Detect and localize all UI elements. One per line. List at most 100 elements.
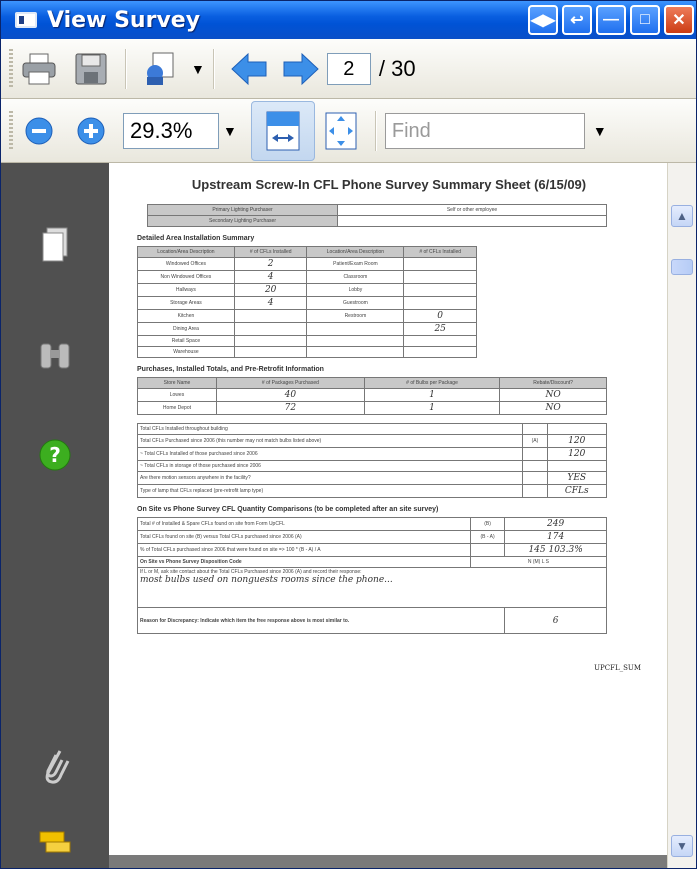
table-cell: 4	[233, 296, 308, 310]
table-cell: ~ Total CFLs in storage of those purchas…	[136, 460, 524, 472]
table-cell: Type of lamp that CFLs replaced (pre-ret…	[136, 484, 524, 498]
table-cell	[403, 283, 477, 297]
discrepancy-value: 6	[504, 607, 607, 634]
table-cell: Are there motion sensors anywhere in the…	[136, 471, 524, 485]
chevron-down-icon[interactable]: ▼	[191, 61, 205, 77]
close-button[interactable]: ✕	[664, 5, 694, 35]
table-cell	[233, 335, 308, 347]
table-header: # of CFLs Installed	[403, 246, 477, 258]
scroll-down-icon[interactable]: ▼	[671, 835, 693, 857]
table-cell: 120	[546, 447, 608, 461]
document-title: Upstream Screw-In CFL Phone Survey Summa…	[191, 177, 587, 192]
footer-code: UPCFL_SUM	[594, 664, 641, 672]
table-cell: Warehouse	[137, 346, 235, 358]
table-cell: Hallways	[137, 283, 235, 297]
window-controls: ◀▶ ↩ — □ ✕	[528, 5, 694, 35]
table-cell: Dining Area	[137, 322, 235, 336]
attachment-icon[interactable]	[139, 47, 183, 91]
table-header: # of Bulbs per Package	[363, 377, 501, 389]
table-row: Non Windowed Offices 4 Classroom	[137, 270, 477, 284]
table-header: Location/Area Description	[306, 246, 405, 258]
table-cell: Patient/Exam Room	[306, 257, 405, 271]
table-cell: ~ Total CFLs Installed of those purchase…	[136, 447, 524, 461]
find-input[interactable]: Find	[384, 112, 585, 149]
table-cell	[233, 346, 308, 358]
paperclip-icon[interactable]	[35, 745, 75, 785]
table-row: Reason for Discrepancy: Indicate which i…	[136, 607, 607, 634]
minimize-button[interactable]: —	[596, 5, 626, 35]
table-cell: (A)	[522, 434, 548, 448]
maximize-button[interactable]: □	[630, 5, 660, 35]
table-cell: Retail Space	[137, 335, 235, 347]
table-cell: (B)	[469, 517, 506, 531]
table-cell: Restroom	[306, 309, 405, 323]
scroll-thumb[interactable]	[671, 259, 693, 275]
zoom-in-icon[interactable]	[69, 109, 113, 153]
table-row: Windowed Offices 2 Patient/Exam Room	[137, 257, 477, 271]
table-row: Total CFLs Purchased since 2006 (this nu…	[136, 434, 608, 448]
toolbar-grip[interactable]	[9, 110, 13, 151]
table-cell: NO	[499, 388, 607, 402]
title-bar[interactable]: View Survey ◀▶ ↩ — □ ✕	[1, 1, 696, 39]
zoom-out-icon[interactable]	[17, 109, 61, 153]
table-row: Home Depot 72 1 NO	[137, 401, 607, 415]
fit-width-icon[interactable]	[250, 100, 315, 161]
table-row: Kitchen Restroom 0	[137, 309, 477, 323]
zoom-input[interactable]: 29.3%	[123, 112, 219, 149]
pages-icon[interactable]	[35, 225, 75, 265]
page-number-input[interactable]: 2	[326, 52, 371, 85]
layers-icon[interactable]	[35, 823, 75, 863]
table-row: Secondary Lighting Purchaser	[147, 215, 607, 227]
table-cell	[306, 335, 405, 347]
chevron-down-icon[interactable]: ▼	[593, 123, 607, 139]
detail-table: Location/Area Description # of CFLs Inst…	[137, 246, 477, 358]
compare-table: Total # of Installed & Spare CFLs found …	[136, 517, 608, 634]
table-cell: Total # of Installed & Spare CFLs found …	[137, 517, 471, 531]
purchaser-table: Primary Lighting Purchaser Self or other…	[147, 204, 607, 227]
table-row: Storage Areas 4 Guestroom	[137, 296, 477, 310]
table-cell	[522, 460, 548, 472]
left-arrow-icon[interactable]	[227, 47, 271, 91]
table-cell	[546, 460, 608, 472]
table-row: If L or M, ask site contact about the To…	[137, 567, 607, 608]
detach-icon[interactable]: ↩	[562, 5, 592, 35]
table-cell	[306, 346, 405, 358]
table-cell	[403, 270, 477, 284]
help-icon[interactable]: ?	[35, 435, 75, 475]
toolbar-separator	[374, 110, 377, 151]
chevron-down-icon[interactable]: ▼	[223, 123, 237, 139]
binoculars-icon[interactable]	[35, 335, 75, 375]
navigation-panel: ?	[1, 163, 109, 868]
printer-icon[interactable]	[17, 47, 61, 91]
table-row: ~ Total CFLs Installed of those purchase…	[136, 447, 608, 461]
right-arrow-icon[interactable]	[279, 47, 323, 91]
document-view[interactable]: Upstream Screw-In CFL Phone Survey Summa…	[109, 163, 669, 868]
purchase-table: Store Name # of Packages Purchased # of …	[137, 377, 607, 415]
table-row: Warehouse	[137, 346, 477, 358]
toolbar-grip[interactable]	[9, 48, 13, 89]
table-cell: 174	[504, 530, 607, 544]
table-cell	[546, 423, 608, 435]
table-cell: 25	[403, 322, 477, 336]
table-row: Location/Area Description # of CFLs Inst…	[137, 246, 477, 258]
table-header: Location/Area Description	[137, 246, 235, 258]
table-row: Primary Lighting Purchaser Self or other…	[147, 204, 607, 216]
scroll-up-icon[interactable]: ▲	[671, 205, 693, 227]
floppy-icon[interactable]	[69, 47, 113, 91]
svg-text:?: ?	[49, 443, 61, 467]
table-cell: 4	[233, 270, 308, 284]
table-cell: Home Depot	[137, 401, 217, 415]
fit-page-icon[interactable]	[319, 109, 363, 153]
view-toolbar: 29.3% ▼ Find ▼	[1, 99, 696, 163]
vertical-scrollbar[interactable]: ▲ ▼	[667, 163, 696, 868]
swap-icon[interactable]: ◀▶	[528, 5, 558, 35]
contact-note-cell: If L or M, ask site contact about the To…	[137, 567, 607, 608]
table-cell: 40	[215, 388, 365, 402]
toolbar-separator	[125, 48, 127, 89]
table-cell: NO	[499, 401, 607, 415]
toolbar-separator	[212, 48, 215, 89]
app-icon	[15, 12, 37, 28]
table-cell	[337, 215, 607, 227]
table-cell: YES	[546, 471, 608, 485]
table-cell: Lobby	[306, 283, 405, 297]
